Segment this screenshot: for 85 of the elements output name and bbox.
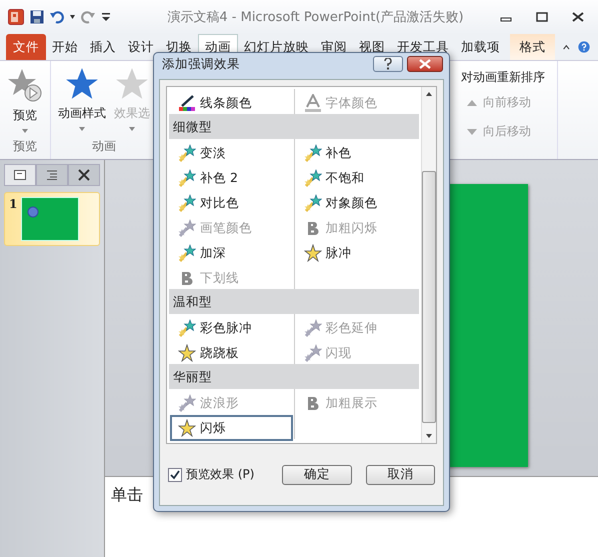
shooting-star-icon xyxy=(304,144,322,162)
slides-tab[interactable] xyxy=(4,164,36,186)
scroll-up-icon[interactable] xyxy=(425,91,433,97)
down-triangle-icon xyxy=(467,128,477,136)
outline-tab[interactable] xyxy=(36,164,68,186)
scroll-down-icon[interactable] xyxy=(425,433,433,439)
effect-item[interactable]: 闪烁 xyxy=(170,415,292,441)
close-icon xyxy=(78,169,90,181)
undo-icon[interactable] xyxy=(50,10,64,24)
question-mark-icon xyxy=(384,58,392,70)
effect-item[interactable]: 对象颜色 xyxy=(296,190,418,216)
ribbon-button[interactable]: 动画样式 xyxy=(55,65,109,136)
group-label: 动画 xyxy=(91,138,117,155)
maximize-icon[interactable] xyxy=(536,12,548,22)
shooting-star-icon xyxy=(304,319,322,337)
effect-item[interactable]: 变淡 xyxy=(170,140,292,166)
effect-item[interactable]: 线条颜色 xyxy=(170,90,292,116)
ribbon-tab[interactable]: 开发工具 xyxy=(391,34,455,60)
scrollbar-thumb[interactable] xyxy=(422,171,436,423)
shooting-star-icon xyxy=(178,394,196,412)
shooting-star-icon xyxy=(304,344,322,362)
up-triangle-icon xyxy=(467,98,477,106)
notes-text: 单击 xyxy=(111,485,143,504)
shooting-star-icon xyxy=(304,194,322,212)
star-icon xyxy=(115,67,149,101)
effect-item[interactable]: 彩色脉冲 xyxy=(170,315,292,341)
save-icon[interactable] xyxy=(30,10,44,24)
app-logo-icon[interactable] xyxy=(8,9,24,25)
cancel-button[interactable]: 取消 xyxy=(366,464,435,484)
collapse-ribbon-icon[interactable] xyxy=(563,43,570,51)
shooting-star-icon xyxy=(178,144,196,162)
slide-thumbnail[interactable] xyxy=(21,197,80,241)
preview-star-icon xyxy=(7,67,43,103)
ribbon-tab[interactable]: 幻灯片放映 xyxy=(238,34,315,60)
font-color-icon xyxy=(304,94,322,112)
customize-toolbar-icon[interactable] xyxy=(101,11,111,23)
caret-icon xyxy=(21,128,29,134)
shooting-star-icon xyxy=(178,244,196,262)
ribbon-tab[interactable]: 设计 xyxy=(122,34,160,60)
ribbon-tab[interactable]: 文件 xyxy=(6,34,46,60)
category-header: 华丽型 xyxy=(169,364,419,389)
effect-item[interactable]: 脉冲 xyxy=(296,240,418,266)
brush-icon xyxy=(178,94,196,112)
checkmark-icon xyxy=(170,470,180,480)
shooting-star-icon xyxy=(178,194,196,212)
ribbon-tab[interactable]: 加载项 xyxy=(455,34,506,60)
star-icon xyxy=(304,244,322,262)
ribbon-tab[interactable]: 格式 xyxy=(510,34,556,60)
shooting-star-icon xyxy=(178,169,196,187)
outline-icon xyxy=(46,170,58,180)
effect-item[interactable]: 补色 xyxy=(296,140,418,166)
scrollbar[interactable] xyxy=(421,87,436,443)
ribbon-tab[interactable]: 插入 xyxy=(84,34,122,60)
effect-item[interactable]: 跷跷板 xyxy=(170,340,292,366)
window-title: 演示文稿4 - Microsoft PowerPoint(产品激活失败) xyxy=(166,9,465,26)
close-icon[interactable] xyxy=(572,12,584,22)
help-button[interactable] xyxy=(373,56,403,72)
effect-item[interactable]: 对比色 xyxy=(170,190,292,216)
close-button[interactable] xyxy=(407,56,443,72)
slide-thumbnail-row[interactable]: 1 xyxy=(4,192,100,246)
ribbon-tab[interactable]: 视图 xyxy=(353,34,391,60)
shooting-star-icon xyxy=(304,169,322,187)
shooting-star-icon xyxy=(178,219,196,237)
effect-item[interactable]: 加深 xyxy=(170,240,292,266)
group-label: 预览 xyxy=(12,138,38,155)
ribbon-tab[interactable]: 审阅 xyxy=(315,34,353,60)
close-pane-button[interactable] xyxy=(68,164,100,186)
slide-icon xyxy=(14,170,26,180)
caret-icon[interactable] xyxy=(70,15,75,19)
caret-icon xyxy=(78,126,86,132)
close-icon xyxy=(419,59,431,69)
group-title: 对动画重新排序 xyxy=(461,69,545,86)
category-header: 温和型 xyxy=(169,289,419,314)
star-icon xyxy=(178,419,196,437)
redo-icon[interactable] xyxy=(81,10,95,24)
star-icon xyxy=(178,344,196,362)
effect-item[interactable]: 补色 2 xyxy=(170,165,292,191)
ribbon-tab[interactable]: 开始 xyxy=(46,34,84,60)
star-icon xyxy=(65,67,99,101)
category-header: 细微型 xyxy=(169,114,419,139)
ok-button[interactable]: 确定 xyxy=(282,464,352,484)
effect-item[interactable]: 不饱和 xyxy=(296,165,418,191)
ribbon-button[interactable]: 预览 xyxy=(4,65,46,136)
caret-icon xyxy=(128,126,136,132)
shooting-star-icon xyxy=(178,319,196,337)
